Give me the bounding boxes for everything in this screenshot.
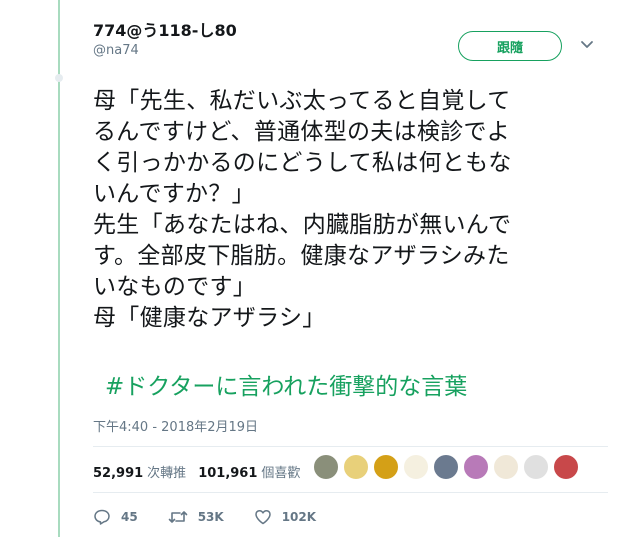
divider	[93, 446, 608, 447]
liker-avatar[interactable]	[433, 454, 459, 480]
reply-button[interactable]: 45	[93, 508, 138, 526]
tweet-line: 母「先生、私だいぶ太ってると自覚して	[93, 88, 511, 114]
liker-avatar[interactable]	[403, 454, 429, 480]
retweet-button[interactable]: 53K	[168, 508, 224, 526]
reply-count: 45	[121, 510, 138, 524]
retweet-icon	[168, 511, 188, 523]
liker-avatar[interactable]	[313, 454, 339, 480]
liker-avatar[interactable]	[373, 454, 399, 480]
like-label: 個喜歡	[261, 466, 301, 481]
liker-avatars	[313, 454, 583, 480]
like-count: 101,961	[198, 466, 258, 481]
like-button[interactable]: 102K	[254, 508, 316, 526]
tweet-actions: 45 53K 102K	[93, 508, 346, 526]
tweet-line: す。全部皮下脂肪。健康なアザラシみた	[93, 243, 510, 269]
liker-avatar[interactable]	[493, 454, 519, 480]
tweet-text: 母「先生、私だいぶ太ってると自覚して るんですけど、普通体型の夫は検診でよ く引…	[93, 86, 613, 334]
heart-icon	[254, 509, 271, 525]
tweet-line: るんですけど、普通体型の夫は検診でよ	[93, 119, 511, 145]
follow-button[interactable]: 跟隨	[458, 31, 562, 61]
tweet-line: いんですか？」	[93, 181, 255, 207]
thread-dot	[55, 74, 63, 82]
author-handle[interactable]: @na74	[93, 42, 237, 60]
author-name[interactable]: 774@う118-し80	[93, 20, 237, 42]
liker-avatar[interactable]	[553, 454, 579, 480]
liker-avatar[interactable]	[463, 454, 489, 480]
divider	[93, 492, 608, 493]
tweet-line: 先生「あなたはね、内臓脂肪が無いんで	[93, 212, 512, 238]
chevron-down-icon[interactable]	[580, 38, 594, 52]
liker-avatar[interactable]	[523, 454, 549, 480]
reply-icon	[94, 509, 110, 525]
tweet-line: 母「健康なアザラシ」	[93, 305, 326, 331]
like-action-count: 102K	[281, 510, 317, 524]
liker-avatar[interactable]	[343, 454, 369, 480]
tweet-line: く引っかかるのにどうして私は何ともな	[93, 150, 512, 176]
tweet-header: 774@う118-し80 @na74	[93, 20, 237, 60]
like-stat[interactable]: 101,961 個喜歡	[198, 462, 300, 481]
retweet-count: 52,991	[93, 466, 144, 481]
tweet-line: いなものです」	[93, 274, 257, 300]
hashtag-link[interactable]: #ドクターに言われた衝撃的な言葉	[105, 372, 467, 403]
retweet-label: 次轉推	[147, 466, 187, 481]
retweet-action-count: 53K	[197, 510, 224, 524]
tweet-stats: 52,991 次轉推 101,961 個喜歡	[93, 462, 312, 481]
retweet-stat[interactable]: 52,991 次轉推	[93, 462, 186, 481]
tweet-timestamp[interactable]: 下午4:40 - 2018年2月19日	[93, 416, 258, 435]
